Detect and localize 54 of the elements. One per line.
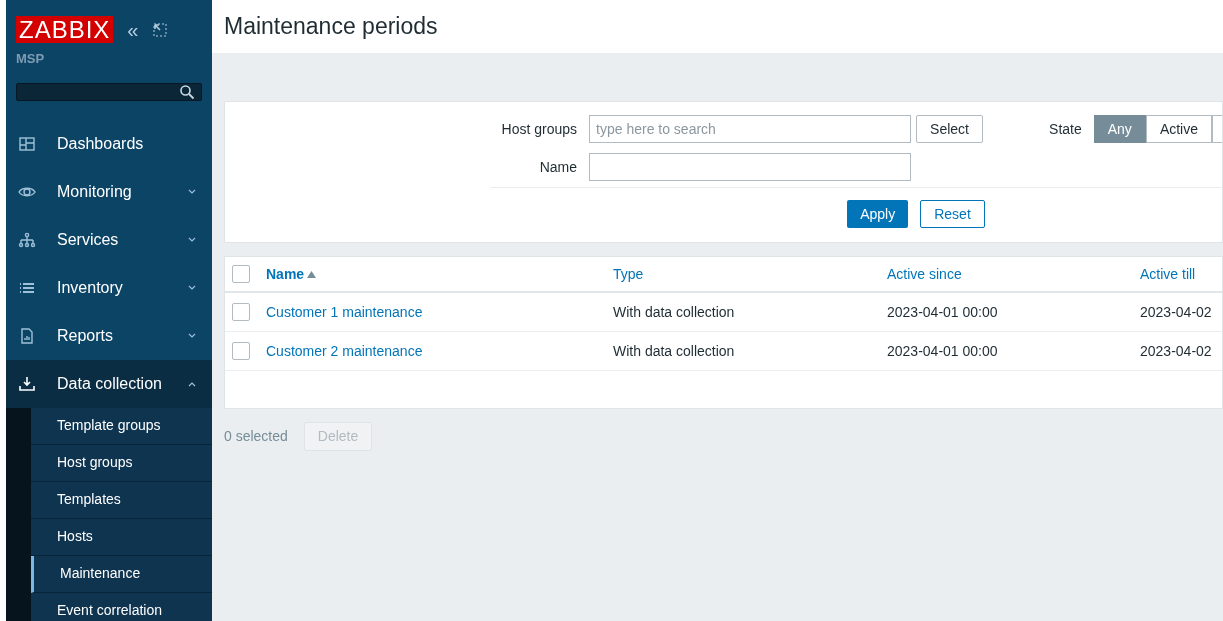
table-cell: 2023-04-02 <box>1140 342 1212 359</box>
submenu-item[interactable]: Maintenance <box>31 555 212 593</box>
maintenance-link[interactable]: Customer 1 maintenance <box>266 303 423 320</box>
search-field[interactable] <box>16 82 202 101</box>
row-checkbox[interactable] <box>232 303 250 321</box>
name-field[interactable] <box>589 153 912 181</box>
name-label: Name <box>539 158 578 177</box>
chevron-down-icon <box>188 187 196 196</box>
submenu-item[interactable]: Template groups <box>31 407 212 445</box>
collapse-sidebar-button[interactable]: « <box>127 19 139 40</box>
table-cell: 2023-04-01 00:00 <box>887 342 998 359</box>
table-cell: With data collection <box>613 342 735 359</box>
submenu-item[interactable]: Event correlation <box>31 592 212 621</box>
column-header[interactable]: Active since <box>887 263 1140 285</box>
host-groups-label: Host groups <box>501 120 578 139</box>
column-header[interactable]: Name <box>266 263 613 285</box>
page-title: Maintenance periods <box>224 12 438 42</box>
apply-button[interactable]: Apply <box>847 200 909 228</box>
server-name: MSP <box>15 50 46 68</box>
menu-item[interactable]: Data collection <box>6 359 212 408</box>
chevron-down-icon <box>188 235 196 244</box>
column-header[interactable]: Type <box>613 263 887 285</box>
dashboard-icon <box>18 134 36 153</box>
hierarchy-icon <box>18 230 36 249</box>
table-cell: 2023-04-02 <box>1140 303 1212 320</box>
menu-item[interactable]: Monitoring <box>6 167 212 216</box>
host-groups-field[interactable]: type here to search <box>589 115 912 143</box>
column-header[interactable]: Active till <box>1140 263 1223 285</box>
selected-count: 0 selected <box>224 427 288 446</box>
table-cell: 2023-04-01 00:00 <box>887 303 998 320</box>
maintenance-link[interactable]: Customer 2 maintenance <box>266 342 423 359</box>
select-button[interactable]: Select <box>916 115 984 143</box>
submenu-item[interactable]: Host groups <box>31 444 212 482</box>
sort-up-icon <box>307 270 317 278</box>
menu-item[interactable]: Services <box>6 215 212 264</box>
table-cell: With data collection <box>613 303 735 320</box>
report-icon <box>18 326 36 345</box>
chevron-down-icon <box>188 283 196 292</box>
state-option-edge[interactable] <box>1212 115 1222 143</box>
submenu-item[interactable]: Templates <box>31 481 212 519</box>
search-icon[interactable] <box>179 83 195 100</box>
submenu-item[interactable]: Hosts <box>31 518 212 556</box>
state-option[interactable]: Active <box>1145 115 1212 143</box>
state-label: State <box>1049 120 1082 139</box>
menu-item[interactable]: Dashboards <box>6 119 212 168</box>
menu-item[interactable]: Inventory <box>6 263 212 312</box>
select-all-checkbox[interactable] <box>232 265 250 283</box>
chevron-down-icon <box>188 331 196 340</box>
menu-item[interactable]: Reports <box>6 311 212 360</box>
reset-button[interactable]: Reset <box>920 200 985 228</box>
kiosk-mode-icon[interactable] <box>152 21 169 38</box>
download-icon <box>18 374 36 393</box>
row-checkbox[interactable] <box>232 342 250 360</box>
logo: ZABBIX <box>16 16 114 43</box>
